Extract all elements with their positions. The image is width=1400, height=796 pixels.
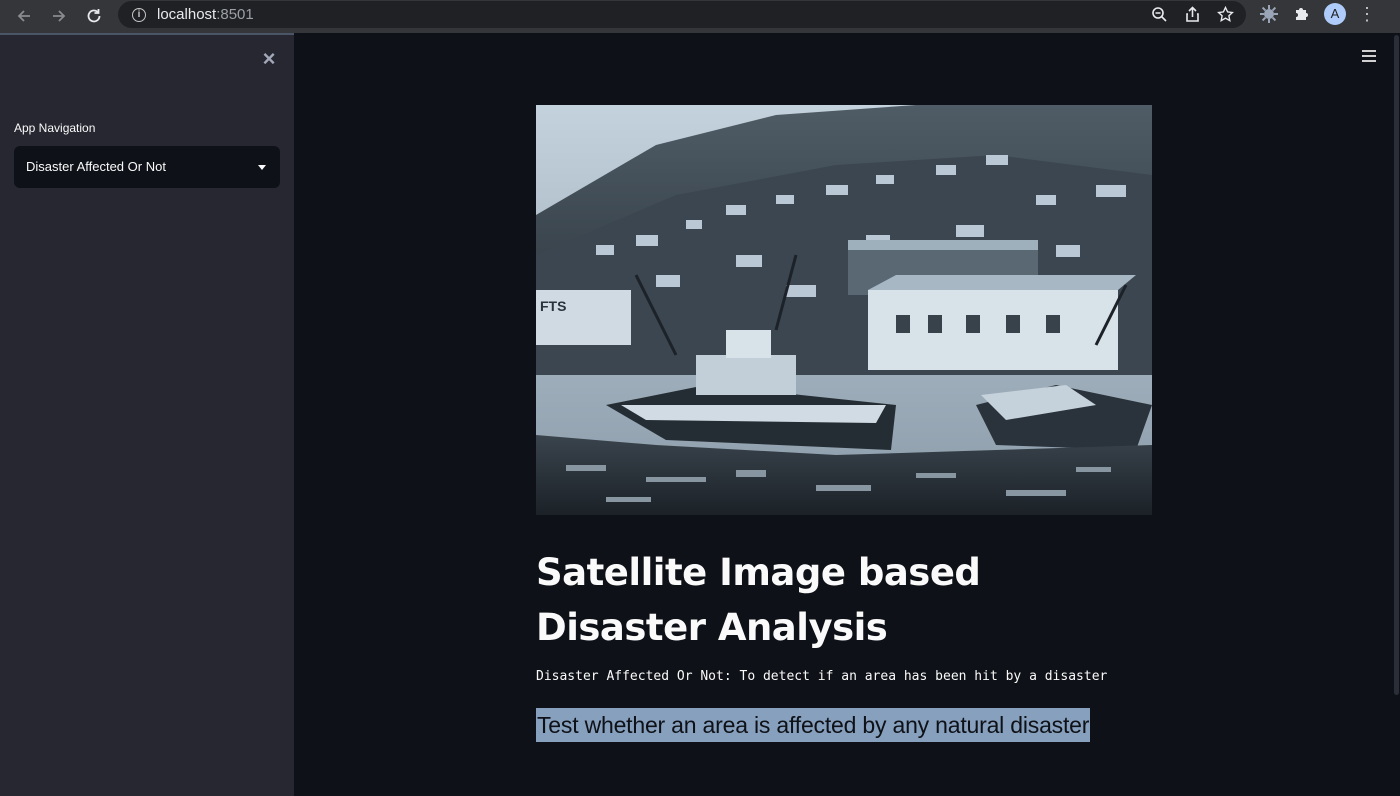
forward-button[interactable] xyxy=(44,1,74,31)
disaster-photo: FTS xyxy=(536,105,1152,515)
share-icon[interactable] xyxy=(1184,6,1201,23)
extensions-puzzle-icon[interactable] xyxy=(1292,4,1312,24)
browser-menu-icon[interactable]: ⋮ xyxy=(1358,5,1376,23)
back-button[interactable] xyxy=(9,1,39,31)
zoom-icon[interactable] xyxy=(1151,6,1168,23)
sidebar: × App Navigation Disaster Affected Or No… xyxy=(0,33,294,796)
disaster-photo-illustration: FTS xyxy=(536,105,1152,515)
url-host: localhost xyxy=(157,6,217,23)
address-bar[interactable]: i localhost:8501 xyxy=(118,1,1246,28)
url-text: localhost:8501 xyxy=(157,6,254,23)
scrollbar[interactable] xyxy=(1394,35,1399,695)
reload-button[interactable] xyxy=(79,1,109,31)
page-description: Disaster Affected Or Not: To detect if a… xyxy=(536,669,1108,684)
navigation-select-value: Disaster Affected Or Not xyxy=(26,159,166,174)
section-heading: Test whether an area is affected by any … xyxy=(536,708,1091,742)
url-port: :8501 xyxy=(216,6,254,23)
reload-icon xyxy=(87,9,101,23)
building-sign-text: FTS xyxy=(540,298,566,314)
back-arrow-icon xyxy=(17,10,30,22)
forward-arrow-icon xyxy=(53,10,66,22)
extension-gear-icon[interactable] xyxy=(1258,3,1280,25)
main-content: FTS Satellite Image based Disaster Analy… xyxy=(294,33,1400,796)
page-title: Satellite Image based Disaster Analysis xyxy=(536,551,981,649)
bookmark-star-icon[interactable] xyxy=(1217,6,1234,23)
app-navigation-label: App Navigation xyxy=(14,121,96,135)
navigation-select[interactable]: Disaster Affected Or Not xyxy=(14,146,280,188)
browser-toolbar: i localhost:8501 A ⋮ xyxy=(0,0,1400,33)
site-info-icon[interactable]: i xyxy=(132,7,146,22)
caret-down-icon xyxy=(258,165,266,170)
profile-avatar[interactable]: A xyxy=(1324,3,1346,25)
hamburger-menu-icon[interactable] xyxy=(1362,50,1376,62)
close-sidebar-icon[interactable]: × xyxy=(259,48,279,70)
